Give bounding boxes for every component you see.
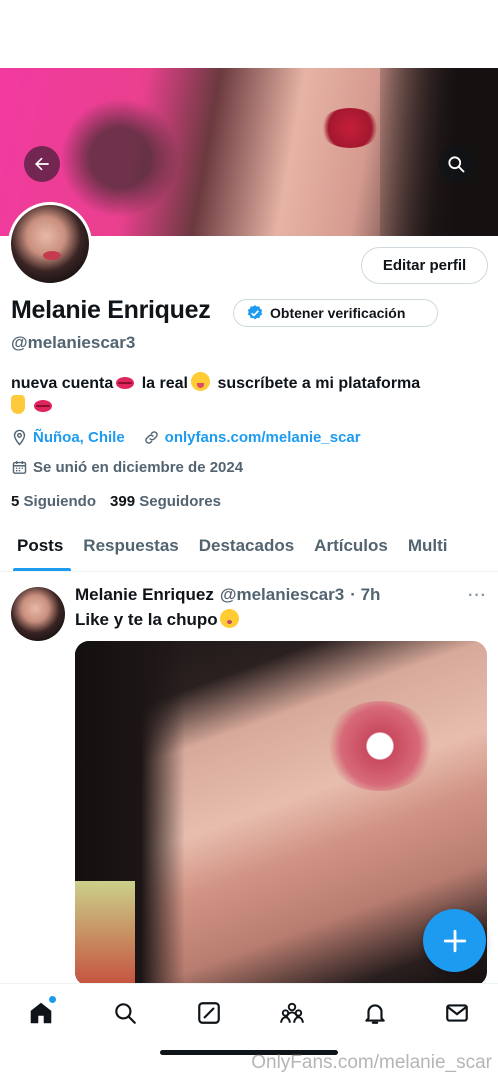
messages-icon (446, 1004, 468, 1022)
tab-destacados[interactable]: Destacados (189, 522, 304, 571)
followers-label: Seguidores (139, 493, 221, 510)
watermark-text: OnlyFans.com/melanie_scar (251, 1052, 492, 1073)
status-bar (0, 0, 498, 68)
notifications-icon (365, 1004, 385, 1024)
more-options-icon[interactable]: ··· (468, 587, 487, 605)
post-text-body: Like y te la chupo (75, 610, 218, 629)
website[interactable]: onlyfans.com/melanie_scar (143, 429, 361, 446)
banner-hair (380, 68, 498, 236)
tab-posts[interactable]: Posts (0, 522, 73, 571)
pointing-down-emoji-icon (11, 395, 25, 414)
kiss-mark-emoji-icon (34, 400, 52, 412)
following-label: Siguiendo (23, 493, 97, 510)
nav-messages[interactable] (442, 998, 472, 1028)
communities-icon (280, 1002, 304, 1023)
get-verified-button[interactable]: Obtener verificación (233, 299, 438, 327)
profile-avatar[interactable] (8, 202, 92, 286)
tab-multimedia[interactable]: Multi (398, 522, 458, 571)
nav-search[interactable] (110, 998, 140, 1028)
home-unread-dot (49, 996, 56, 1003)
search-icon (448, 156, 465, 173)
media-lips (325, 701, 435, 791)
followers-count: 399 (110, 493, 136, 510)
bio-text-2: la real (141, 375, 188, 392)
nav-notifications[interactable] (360, 998, 390, 1028)
winking-tongue-emoji-icon (190, 372, 210, 391)
kiss-mark-emoji-icon (116, 377, 135, 389)
compose-button[interactable] (423, 909, 486, 972)
calendar-icon (12, 461, 27, 474)
nav-grok[interactable] (194, 998, 224, 1028)
banner-tattoo (60, 98, 180, 218)
post-author[interactable]: Melanie Enriquez (75, 585, 214, 605)
profile-handle: @melaniescar3 (11, 333, 136, 352)
tab-articulos[interactable]: Artículos (304, 522, 398, 571)
kissing-face-emoji-icon (219, 609, 239, 628)
joined: Se unió en diciembre de 2024 (11, 459, 243, 476)
grok-icon (198, 1002, 220, 1024)
follow-stats: 5 Siguiendo 399 Seguidores (11, 493, 221, 510)
banner-lips (320, 108, 380, 148)
post-text: Like y te la chupo (75, 609, 239, 630)
media-background (75, 881, 135, 986)
location: Ñuñoa, Chile (11, 429, 125, 446)
post-header: Melanie Enriquez @melaniescar3 · 7h (75, 585, 380, 605)
post-handle[interactable]: @melaniescar3 (220, 585, 344, 605)
plus-icon (443, 929, 466, 952)
get-verified-label: Obtener verificación (270, 305, 406, 321)
bio-text-3: suscríbete a mi plataforma (217, 375, 421, 392)
profile-bio: nueva cuenta la real suscríbete a mi pla… (11, 372, 491, 418)
profile-tabs: Posts Respuestas Destacados Artículos Mu… (0, 522, 498, 572)
joined-text: Se unió en diciembre de 2024 (33, 459, 244, 476)
verified-badge-icon (247, 305, 263, 320)
post-item[interactable]: Melanie Enriquez @melaniescar3 · 7h ··· … (0, 573, 498, 986)
home-icon (30, 1002, 52, 1024)
location-text[interactable]: Ñuñoa, Chile (33, 429, 125, 446)
profile-meta-row: Ñuñoa, Chile onlyfans.com/melanie_scar (11, 429, 361, 446)
arrow-left-icon (35, 157, 49, 171)
following-count: 5 (11, 493, 20, 510)
avatar-lips (43, 251, 61, 260)
search-icon (115, 1003, 136, 1024)
back-button[interactable] (24, 146, 60, 182)
location-pin-icon (13, 429, 26, 446)
nav-home[interactable] (26, 996, 56, 1028)
tab-respuestas[interactable]: Respuestas (73, 522, 188, 571)
joined-row: Se unió en diciembre de 2024 (11, 459, 243, 476)
website-link[interactable]: onlyfans.com/melanie_scar (165, 429, 361, 446)
nav-communities[interactable] (277, 998, 307, 1028)
post-avatar[interactable] (11, 587, 65, 641)
following-link[interactable]: 5 Siguiendo (11, 493, 96, 510)
profile-name: Melanie Enriquez (11, 296, 211, 324)
post-time: · 7h (350, 585, 381, 604)
edit-profile-button[interactable]: Editar perfil (361, 247, 488, 284)
bio-text-1: nueva cuenta (11, 375, 114, 392)
bottom-navbar: OnlyFans.com/melanie_scar (0, 983, 498, 1080)
link-icon (144, 431, 158, 444)
followers-link[interactable]: 399 Seguidores (110, 493, 221, 510)
search-button[interactable] (438, 146, 474, 182)
